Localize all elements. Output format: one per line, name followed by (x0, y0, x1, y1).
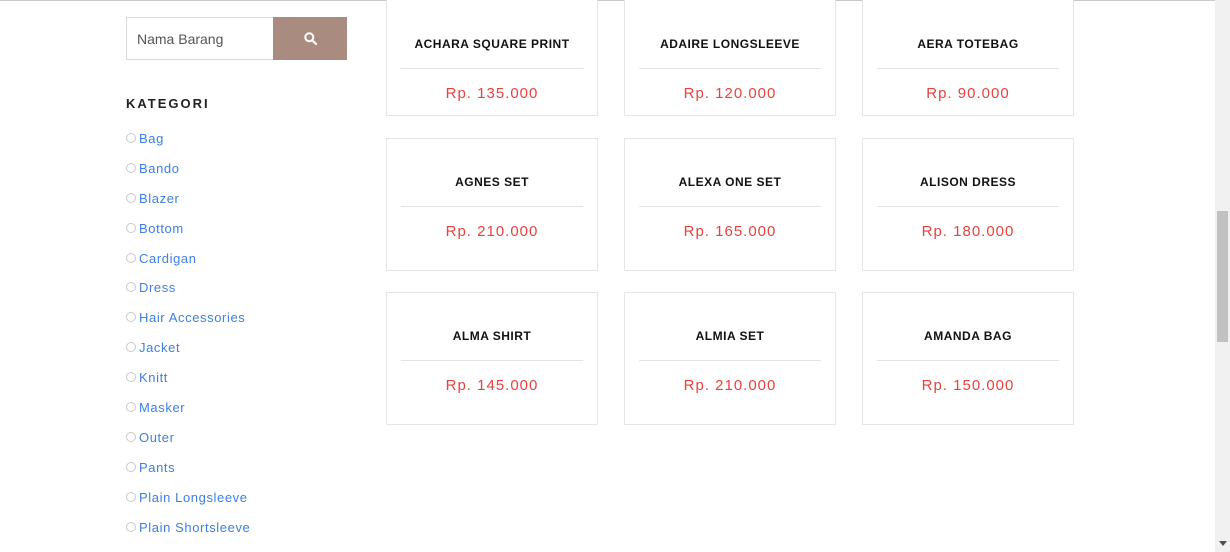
radio-icon[interactable] (126, 312, 136, 323)
radio-icon[interactable] (126, 192, 136, 203)
product-card[interactable]: ALMA SHIRT Rp. 145.000 (386, 292, 598, 425)
radio-icon[interactable] (126, 491, 136, 502)
radio-icon[interactable] (126, 252, 136, 263)
product-card[interactable]: ACHARA SQUARE PRINT Rp. 135.000 (386, 0, 598, 116)
product-name[interactable]: ALISON DRESS (863, 175, 1073, 189)
product-name[interactable]: ALMIA SET (625, 329, 835, 343)
category-list: Bag Bando Blazer Bottom Cardigan Dress Hair Ac… (126, 130, 250, 548)
product-card[interactable]: ALISON DRESS Rp. 180.000 (862, 138, 1074, 271)
category-label[interactable]: Jacket (139, 339, 180, 356)
product-card[interactable]: ALEXA ONE SET Rp. 165.000 (624, 138, 836, 271)
product-name[interactable]: ADAIRE LONGSLEEVE (625, 37, 835, 51)
product-card[interactable]: ADAIRE LONGSLEEVE Rp. 120.000 (624, 0, 836, 116)
search-bar (126, 17, 347, 60)
category-label[interactable]: Bando (139, 160, 180, 177)
category-item[interactable]: Bottom (126, 220, 250, 250)
category-label[interactable]: Bag (139, 130, 164, 147)
category-item[interactable]: Knitt (126, 369, 250, 399)
product-price: Rp. 135.000 (445, 85, 539, 102)
product-price: Rp. 210.000 (683, 377, 777, 394)
product-card[interactable]: AERA TOTEBAG Rp. 90.000 (862, 0, 1074, 116)
scroll-down-arrow-icon[interactable] (1219, 541, 1227, 546)
card-divider (401, 360, 583, 361)
radio-icon[interactable] (126, 402, 136, 413)
card-divider (639, 360, 821, 361)
product-name[interactable]: ALMA SHIRT (387, 329, 597, 343)
category-label[interactable]: Plain Longsleeve (139, 489, 248, 506)
category-item[interactable]: Cardigan (126, 250, 250, 280)
category-item[interactable]: Dress (126, 279, 250, 309)
product-name[interactable]: ALEXA ONE SET (625, 175, 835, 189)
card-divider (877, 206, 1059, 207)
product-price: Rp. 145.000 (445, 377, 539, 394)
category-item[interactable]: Blazer (126, 190, 250, 220)
category-item[interactable]: Jacket (126, 339, 250, 369)
card-divider (877, 360, 1059, 361)
card-divider (401, 68, 583, 69)
radio-icon[interactable] (126, 133, 136, 143)
product-price: Rp. 90.000 (926, 85, 1010, 102)
product-name[interactable]: ACHARA SQUARE PRINT (387, 37, 597, 51)
product-name[interactable]: AMANDA BAG (863, 329, 1073, 343)
category-label[interactable]: Outer (139, 429, 175, 446)
product-price: Rp. 165.000 (683, 223, 777, 240)
scrollbar[interactable] (1215, 0, 1230, 552)
category-item[interactable]: Masker (126, 399, 250, 429)
product-price: Rp. 120.000 (683, 85, 777, 102)
category-label[interactable]: Blazer (139, 190, 179, 207)
category-label[interactable]: Cardigan (139, 250, 197, 267)
radio-icon[interactable] (126, 521, 136, 532)
category-label[interactable]: Hair Accessories (139, 309, 245, 326)
category-item[interactable]: Pants (126, 459, 250, 489)
scrollbar-thumb[interactable] (1217, 211, 1228, 342)
radio-icon[interactable] (126, 282, 136, 293)
product-name[interactable]: AGNES SET (387, 175, 597, 189)
category-item[interactable]: Hair Accessories (126, 309, 250, 339)
radio-icon[interactable] (126, 162, 136, 173)
category-label[interactable]: Bottom (139, 220, 184, 237)
card-divider (401, 206, 583, 207)
product-price: Rp. 210.000 (445, 223, 539, 240)
card-divider (639, 68, 821, 69)
product-card[interactable]: AGNES SET Rp. 210.000 (386, 138, 598, 271)
product-name[interactable]: AERA TOTEBAG (863, 37, 1073, 51)
category-item[interactable]: Bando (126, 160, 250, 190)
radio-icon[interactable] (126, 372, 136, 383)
card-divider (639, 206, 821, 207)
category-item[interactable]: Outer (126, 429, 250, 459)
product-card[interactable]: ALMIA SET Rp. 210.000 (624, 292, 836, 425)
category-item[interactable]: Plain Longsleeve (126, 489, 250, 519)
category-label[interactable]: Plain Shortsleeve (139, 519, 250, 536)
search-icon (303, 32, 317, 45)
category-item[interactable]: Bag (126, 130, 250, 160)
radio-icon[interactable] (126, 461, 136, 472)
product-price: Rp. 180.000 (921, 223, 1015, 240)
category-item[interactable]: Plain Shortsleeve (126, 519, 250, 549)
category-label[interactable]: Dress (139, 279, 176, 296)
search-button[interactable] (273, 17, 347, 60)
radio-icon[interactable] (126, 431, 136, 442)
category-label[interactable]: Pants (139, 459, 175, 476)
category-label[interactable]: Knitt (139, 369, 168, 386)
product-card[interactable]: AMANDA BAG Rp. 150.000 (862, 292, 1074, 425)
search-input[interactable] (126, 17, 273, 60)
product-price: Rp. 150.000 (921, 377, 1015, 394)
card-divider (877, 68, 1059, 69)
radio-icon[interactable] (126, 222, 136, 233)
category-label[interactable]: Masker (139, 399, 185, 416)
category-heading: KATEGORI (126, 96, 210, 111)
radio-icon[interactable] (126, 342, 136, 353)
